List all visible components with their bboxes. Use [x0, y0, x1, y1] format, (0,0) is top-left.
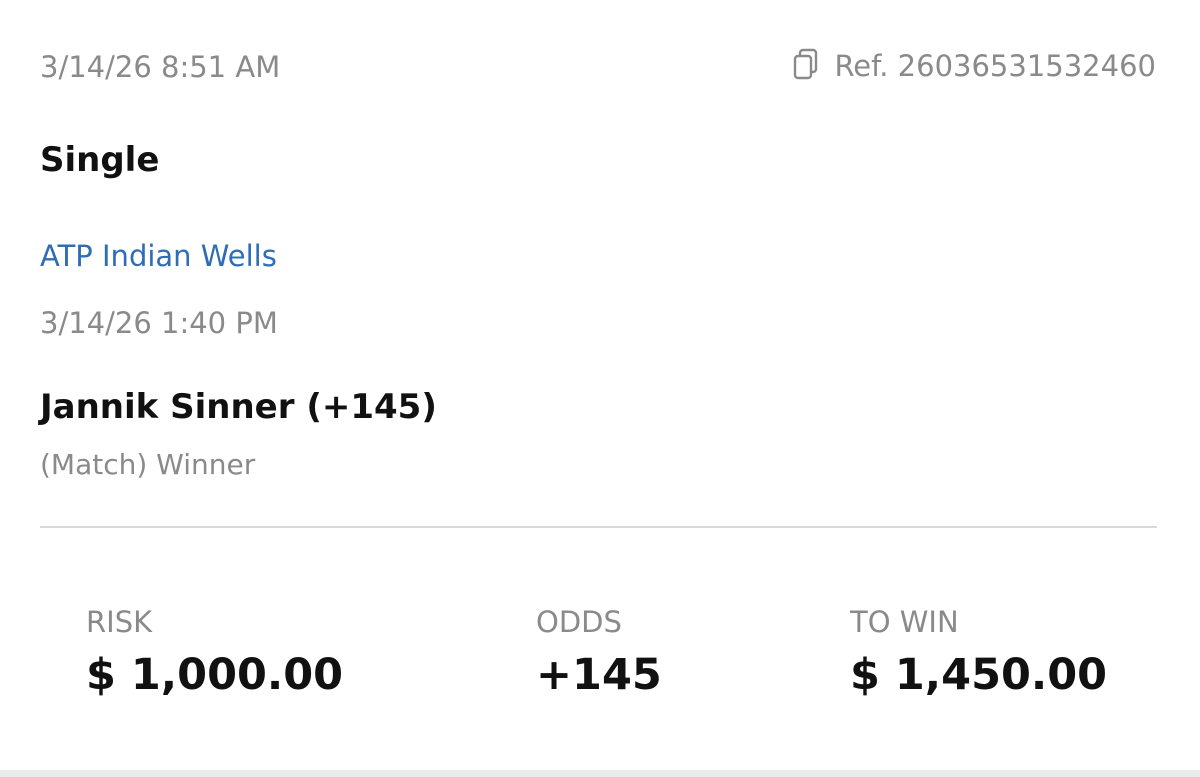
- copy-icon[interactable]: [792, 48, 820, 84]
- to-win-label: TO WIN: [850, 605, 959, 639]
- to-win-stat: TO WIN $ 1,450.00: [850, 604, 1107, 700]
- reference-number: Ref. 26036531532460: [834, 49, 1156, 83]
- bottom-strip: [0, 770, 1200, 777]
- risk-stat: RISK $ 1,000.00: [86, 604, 343, 700]
- to-win-value: $ 1,450.00: [850, 650, 1108, 700]
- risk-value: $ 1,000.00: [86, 650, 344, 700]
- odds-value: +145: [536, 650, 662, 700]
- event-time: 3/14/26 1:40 PM: [40, 306, 278, 340]
- risk-label: RISK: [86, 605, 153, 639]
- placed-time: 3/14/26 8:51 AM: [40, 50, 281, 84]
- market: (Match) Winner: [40, 448, 256, 481]
- reference-copy[interactable]: Ref. 26036531532460: [792, 48, 1156, 84]
- divider: [40, 526, 1157, 528]
- odds-label: ODDS: [536, 605, 622, 639]
- event-link[interactable]: ATP Indian Wells: [40, 238, 277, 274]
- odds-stat: ODDS +145: [536, 604, 662, 700]
- selection: Jannik Sinner (+145): [40, 387, 437, 427]
- bet-type: Single: [40, 140, 160, 180]
- bet-card: 3/14/26 8:51 AM Ref. 26036531532460 Sing…: [0, 0, 1200, 770]
